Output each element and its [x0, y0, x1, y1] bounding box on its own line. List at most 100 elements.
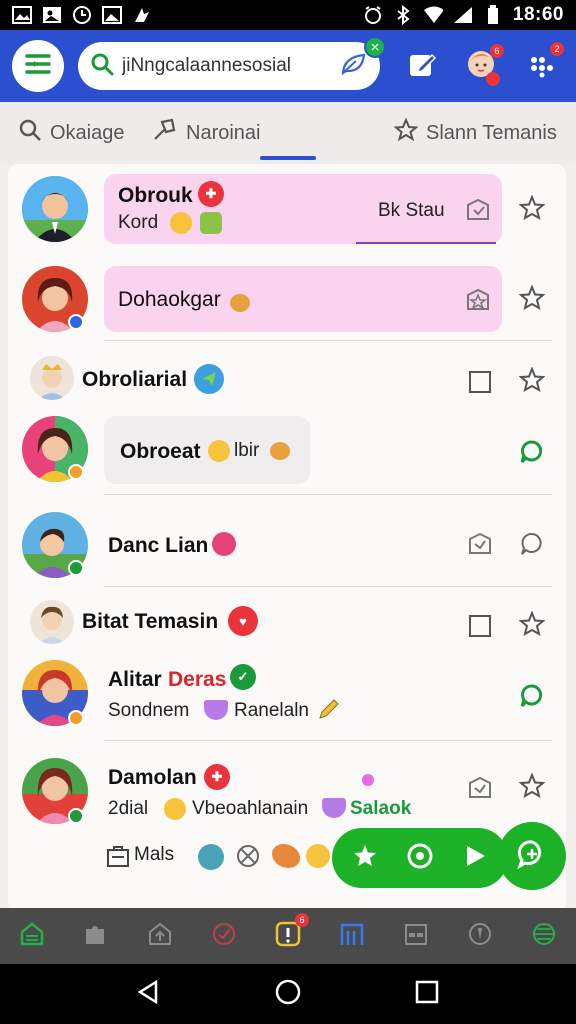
apps-button[interactable]: 2 [524, 42, 564, 84]
quick-actions-bar [332, 828, 508, 888]
clear-search-icon[interactable]: × [364, 36, 386, 58]
status-badge [68, 314, 84, 330]
status-badge [68, 808, 84, 824]
check-circle-icon [211, 921, 237, 952]
pin-icon[interactable] [464, 196, 492, 224]
nav-alerts[interactable]: 6 [271, 913, 309, 953]
star-icon[interactable] [518, 194, 546, 222]
notifications-button[interactable]: 6 [464, 44, 504, 86]
contact-subtitle: Sondnem [108, 700, 190, 721]
gem-icon [204, 700, 228, 720]
contact-name-accent: Deras [168, 668, 227, 691]
status-badge [68, 710, 84, 726]
sticker-icon [200, 212, 222, 234]
star-icon[interactable] [518, 284, 546, 312]
bird-emoji-icon [272, 844, 300, 868]
list-item[interactable]: Alitar Deras ✓ Sondnem Ranelaln [8, 652, 566, 742]
back-icon[interactable] [136, 979, 162, 1010]
star-icon[interactable] [518, 610, 546, 638]
kiss-emoji-icon [212, 532, 236, 556]
verified-icon: ✓ [230, 664, 256, 690]
star-icon[interactable] [518, 366, 546, 394]
compose-button[interactable] [404, 48, 440, 84]
gem-icon [322, 798, 346, 818]
alert-icon: ✚ [204, 764, 230, 790]
tab-naroinai[interactable]: Naroinai [152, 118, 260, 148]
status-bar: 18:60 [0, 0, 576, 30]
tab-label: Okaiage [50, 121, 125, 144]
nav-puzzle[interactable] [79, 919, 113, 953]
list-item[interactable]: Obroliarial [8, 342, 566, 408]
smile-emoji-icon [164, 798, 186, 820]
briefcase-icon [104, 842, 132, 870]
avatar [30, 356, 74, 400]
wifi-icon [423, 5, 443, 25]
shield-icon[interactable] [518, 530, 546, 558]
search-input[interactable]: jiNngcalaannesosial [122, 55, 340, 77]
clock-icon [72, 5, 92, 25]
chat-bubble-icon[interactable] [518, 682, 546, 710]
contact-subtitle-b: Vbeoahlanain [192, 798, 309, 819]
nav-inbox[interactable] [399, 919, 433, 953]
list-item[interactable]: Bitat Temasin ♥ [8, 586, 566, 652]
pin-icon[interactable] [466, 774, 494, 802]
hand-emoji-icon [230, 294, 250, 312]
notification-dot: 6 [490, 44, 504, 58]
inbox-icon [403, 921, 429, 952]
contact-name: Dohaokgar [118, 288, 221, 311]
star-action-icon[interactable] [352, 843, 378, 874]
unread-dot [362, 774, 374, 786]
recents-icon[interactable] [414, 979, 440, 1010]
puzzle-icon [83, 921, 109, 952]
list-item[interactable]: Obroeat lbir [8, 408, 566, 495]
play-icon[interactable] [462, 843, 488, 874]
system-nav-bar [0, 964, 576, 1024]
alarm-icon [363, 5, 383, 25]
search-icon [90, 52, 114, 81]
search-bar[interactable]: jiNngcalaannesosial × [78, 36, 386, 90]
contact-subtitle: Kord [118, 212, 159, 233]
globe-icon [531, 921, 557, 952]
new-chat-button[interactable] [498, 822, 566, 890]
no-entry-icon [234, 842, 262, 870]
bubble-underline [356, 242, 496, 244]
send-icon [194, 364, 224, 394]
star-icon[interactable] [518, 772, 546, 800]
app-notification-icon [132, 5, 152, 25]
pin-icon[interactable] [464, 286, 492, 314]
apps-badge: 2 [550, 42, 564, 56]
battery-icon [483, 5, 503, 25]
contact-name: Damolan [108, 766, 197, 789]
nav-home[interactable] [15, 919, 49, 953]
chat-plus-icon [516, 838, 548, 875]
tab-slann-temanis[interactable]: Slann Temanis [393, 117, 557, 148]
checkbox[interactable] [466, 612, 494, 640]
chat-action-icon[interactable] [406, 842, 434, 875]
nav-check[interactable] [207, 919, 241, 953]
nav-upload[interactable] [143, 919, 177, 953]
home-circle-icon[interactable] [274, 978, 302, 1011]
bubble-label: Bk Stau [378, 200, 445, 221]
compass-icon [467, 921, 493, 952]
checkbox[interactable] [466, 368, 494, 396]
list-item[interactable]: Dohaokgar [8, 250, 566, 342]
nav-compass[interactable] [463, 919, 497, 953]
search-icon [18, 118, 42, 148]
globe-emoji-icon [198, 844, 224, 870]
contact-name: Alitar [108, 668, 162, 691]
chat-bubble-icon[interactable] [518, 438, 546, 466]
leaf-icon[interactable] [340, 52, 368, 81]
nav-globe[interactable] [527, 919, 561, 953]
menu-button[interactable] [12, 40, 64, 92]
list-item[interactable]: Danc Lian [8, 494, 566, 587]
nav-bars[interactable] [335, 919, 369, 953]
contact-subtitle: lbir [234, 440, 260, 461]
divider [104, 740, 552, 741]
bars-icon [338, 921, 366, 952]
contact-name: Obroeat [120, 440, 201, 463]
tab-okaiage[interactable]: Okaiage [18, 118, 125, 148]
pin-icon[interactable] [466, 530, 494, 558]
extra-label: Mals [134, 844, 175, 865]
compose-icon [407, 49, 437, 84]
list-item[interactable]: Obrouk ✚ Kord Bk Stau [8, 164, 566, 250]
